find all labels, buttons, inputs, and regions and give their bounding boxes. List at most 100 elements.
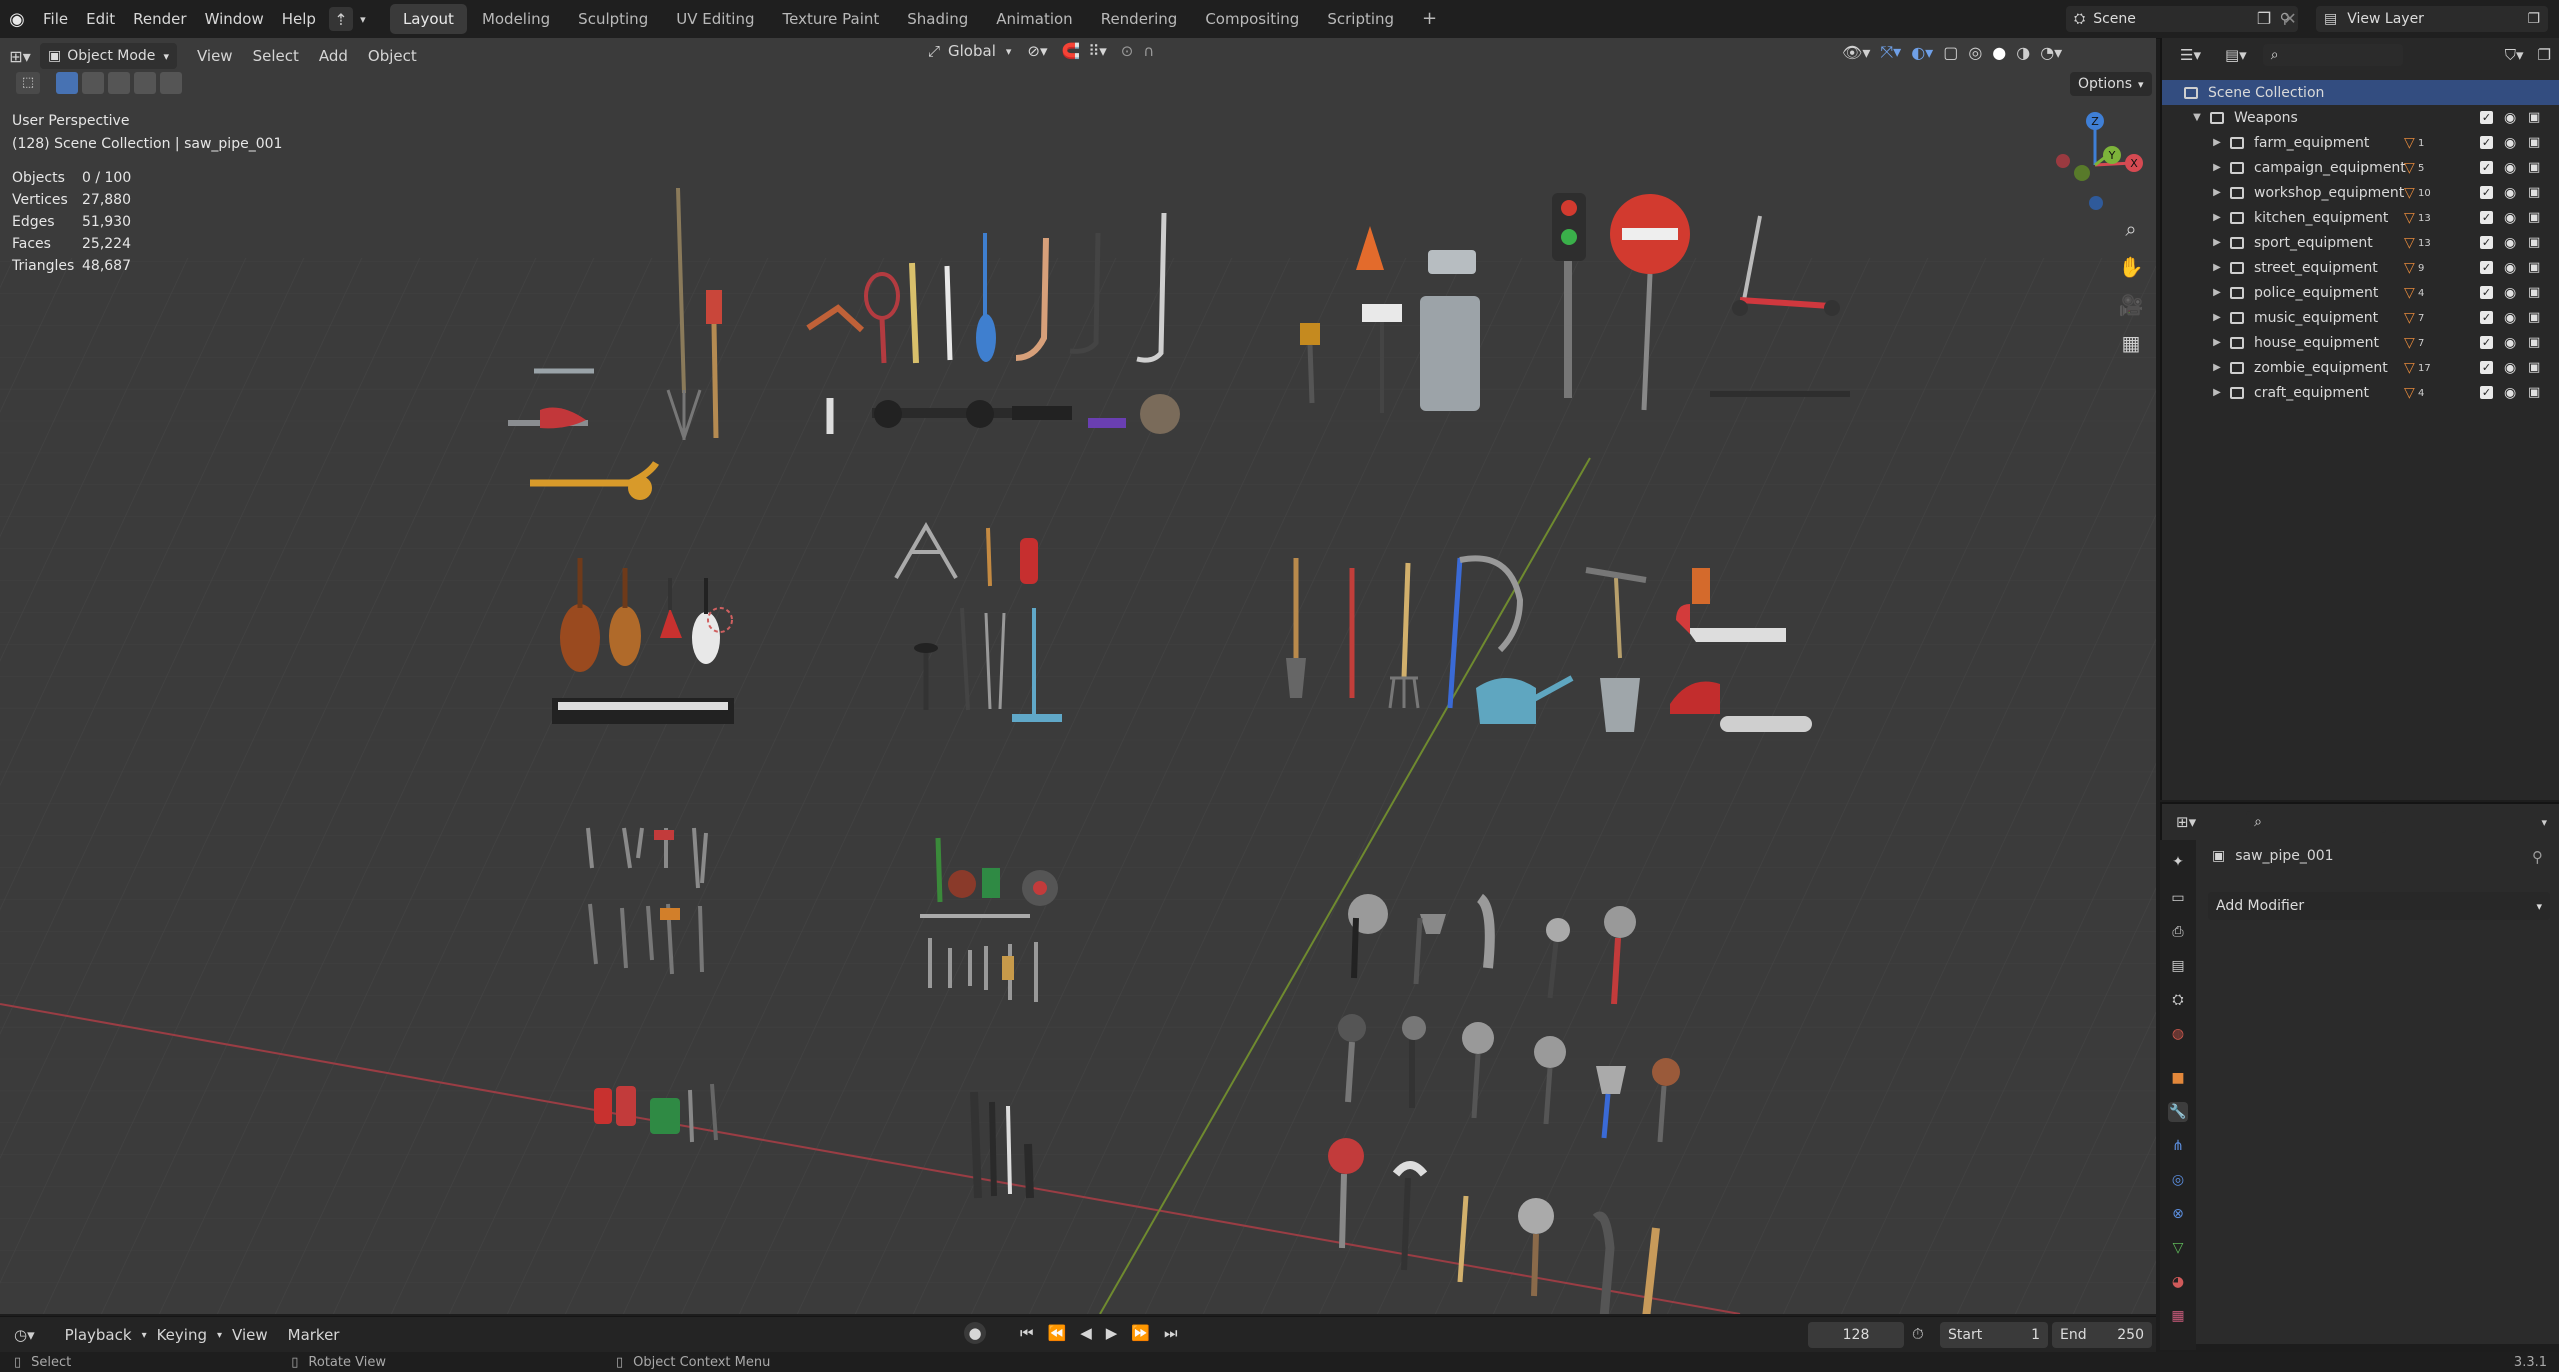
expand-arrow-icon[interactable]: ▶ — [2210, 187, 2224, 198]
select-extend-icon[interactable] — [82, 72, 104, 94]
chevron-down-icon[interactable]: ▾ — [2541, 816, 2547, 829]
outliner-item[interactable]: ▶ street_equipment ▽ 9 ✓ ◉ ▣ — [2162, 255, 2559, 280]
start-frame-field[interactable]: Start 1 — [1940, 1322, 2048, 1348]
outliner-item[interactable]: ▶ workshop_equipment ▽ 10 ✓ ◉ ▣ — [2162, 180, 2559, 205]
include-checkbox[interactable]: ✓ — [2480, 136, 2493, 149]
editor-type-icon[interactable]: ⊞▾ — [0, 47, 40, 66]
tool-tab-icon[interactable]: ✦ — [2168, 852, 2188, 872]
overlay-toggle-icon[interactable]: ◐▾ — [1911, 43, 1933, 62]
include-checkbox[interactable]: ✓ — [2480, 286, 2493, 299]
include-checkbox[interactable]: ✓ — [2480, 236, 2493, 249]
tab-shading[interactable]: Shading — [894, 4, 981, 34]
menu-select[interactable]: Select — [243, 47, 309, 65]
camera-icon[interactable]: ▣ — [2528, 185, 2540, 200]
delete-scene-icon[interactable]: ✕ — [2280, 8, 2300, 28]
chevron-down-icon[interactable]: ▾ — [353, 13, 373, 26]
select-intersect-icon[interactable] — [160, 72, 182, 94]
tab-rendering[interactable]: Rendering — [1088, 4, 1191, 34]
menu-add[interactable]: Add — [309, 47, 358, 65]
expand-arrow-icon[interactable]: ▶ — [2210, 162, 2224, 173]
eye-icon[interactable]: ◉ — [2504, 160, 2516, 176]
menu-view[interactable]: View — [187, 47, 243, 65]
material-shading-icon[interactable]: ◑ — [2016, 43, 2030, 62]
select-new-icon[interactable] — [56, 72, 78, 94]
blender-logo-icon[interactable]: ◉ — [0, 9, 34, 30]
eye-icon[interactable]: ◉ — [2504, 260, 2516, 276]
camera-icon[interactable]: ▣ — [2528, 310, 2540, 325]
world-tab-icon[interactable]: ◍ — [2168, 1024, 2188, 1044]
gizmo-toggle-icon[interactable]: ⤧▾ — [1880, 42, 1901, 62]
outliner-item[interactable]: ▶ zombie_equipment ▽ 17 ✓ ◉ ▣ — [2162, 355, 2559, 380]
menu-help[interactable]: Help — [273, 0, 325, 38]
record-icon[interactable]: ● — [964, 1322, 986, 1344]
camera-icon[interactable]: ▣ — [2528, 210, 2540, 225]
eye-icon[interactable]: ◉ — [2504, 235, 2516, 251]
camera-icon[interactable]: ▣ — [2528, 160, 2540, 175]
jump-start-icon[interactable]: ⏮ — [1020, 1324, 1034, 1342]
tab-scripting[interactable]: Scripting — [1314, 4, 1407, 34]
pin-icon[interactable]: ⚲ — [2532, 848, 2543, 866]
tab-sculpting[interactable]: Sculpting — [565, 4, 661, 34]
object-tab-icon[interactable]: ■ — [2168, 1068, 2188, 1088]
ortho-grid-icon[interactable]: ▦ — [2114, 326, 2148, 360]
render-tab-icon[interactable]: ▭ — [2168, 888, 2188, 908]
current-frame-field[interactable]: 128 — [1808, 1322, 1904, 1348]
tab-uv-editing[interactable]: UV Editing — [663, 4, 767, 34]
add-modifier-dropdown[interactable]: Add Modifier ▾ — [2208, 892, 2550, 920]
eye-icon[interactable]: ◉ — [2504, 335, 2516, 351]
editor-type-icon[interactable]: ◷▾ — [14, 1326, 35, 1344]
eye-icon[interactable]: ◉ — [2504, 110, 2516, 126]
include-checkbox[interactable]: ✓ — [2480, 361, 2493, 374]
select-tool-icon[interactable]: ⬚ — [16, 72, 40, 94]
include-checkbox[interactable]: ✓ — [2480, 211, 2493, 224]
outliner-item[interactable]: ▶ sport_equipment ▽ 13 ✓ ◉ ▣ — [2162, 230, 2559, 255]
expand-arrow-icon[interactable]: ▶ — [2210, 237, 2224, 248]
outliner-collection-weapons[interactable]: ▼ Weapons ✓ ◉ ▣ — [2162, 105, 2559, 130]
include-checkbox[interactable]: ✓ — [2480, 336, 2493, 349]
editor-type-icon[interactable]: ⊞▾ — [2176, 813, 2196, 831]
camera-icon[interactable]: ▣ — [2528, 260, 2540, 275]
outliner-item[interactable]: ▶ police_equipment ▽ 4 ✓ ◉ ▣ — [2162, 280, 2559, 305]
scene-tab-icon[interactable]: ⛭ — [2168, 990, 2188, 1010]
expand-arrow-icon[interactable]: ▶ — [2210, 362, 2224, 373]
expand-arrow-icon[interactable]: ▶ — [2210, 312, 2224, 323]
expand-arrow-icon[interactable]: ▶ — [2210, 212, 2224, 223]
pivot-icon[interactable]: ⊘▾ — [1027, 42, 1047, 60]
include-checkbox[interactable]: ✓ — [2480, 161, 2493, 174]
display-mode-icon[interactable]: ▤▾ — [2225, 46, 2247, 64]
eye-icon[interactable]: ◉ — [2504, 385, 2516, 401]
modifier-tab-icon[interactable]: 🔧 — [2168, 1102, 2188, 1122]
eye-icon[interactable]: ◉ — [2504, 185, 2516, 201]
zoom-icon[interactable]: ⌕ — [2114, 212, 2148, 246]
new-scene-icon[interactable]: ❐ — [2254, 8, 2274, 28]
stopwatch-icon[interactable]: ⏱ — [1912, 1325, 1924, 1343]
menu-playback[interactable]: Playback — [55, 1326, 142, 1344]
outliner-scene-collection[interactable]: Scene Collection — [2162, 80, 2559, 105]
menu-keying[interactable]: Keying — [147, 1326, 217, 1344]
eye-icon[interactable]: ◉ — [2504, 310, 2516, 326]
output-tab-icon[interactable]: ⎙ — [2168, 922, 2188, 942]
outliner-item[interactable]: ▶ farm_equipment ▽ 1 ✓ ◉ ▣ — [2162, 130, 2559, 155]
tab-compositing[interactable]: Compositing — [1192, 4, 1312, 34]
snap-icon[interactable]: 🧲 — [1062, 42, 1081, 60]
outliner-item[interactable]: ▶ house_equipment ▽ 7 ✓ ◉ ▣ — [2162, 330, 2559, 355]
expand-arrow-icon[interactable]: ▼ — [2190, 112, 2204, 123]
view-layer-tab-icon[interactable]: ▤ — [2168, 956, 2188, 976]
menu-object[interactable]: Object — [358, 47, 427, 65]
outliner-item[interactable]: ▶ music_equipment ▽ 7 ✓ ◉ ▣ — [2162, 305, 2559, 330]
3d-viewport[interactable] — [0, 38, 2156, 1314]
camera-icon[interactable]: ▣ — [2528, 285, 2540, 300]
menu-file[interactable]: File — [34, 0, 77, 38]
mode-selector[interactable]: ▣ Object Mode ▾ — [40, 43, 177, 69]
tab-texture-paint[interactable]: Texture Paint — [769, 4, 892, 34]
end-frame-field[interactable]: End 250 — [2052, 1322, 2152, 1348]
select-subtract-icon[interactable] — [108, 72, 130, 94]
material-tab-icon[interactable]: ◕ — [2168, 1272, 2188, 1292]
expand-arrow-icon[interactable]: ▶ — [2210, 287, 2224, 298]
include-checkbox[interactable]: ✓ — [2480, 186, 2493, 199]
select-invert-icon[interactable] — [134, 72, 156, 94]
menu-marker[interactable]: Marker — [278, 1326, 350, 1344]
outliner-item[interactable]: ▶ campaign_equipment ▽ 5 ✓ ◉ ▣ — [2162, 155, 2559, 180]
eye-icon[interactable]: ◉ — [2504, 360, 2516, 376]
upload-icon[interactable]: ⇡ — [328, 7, 353, 31]
